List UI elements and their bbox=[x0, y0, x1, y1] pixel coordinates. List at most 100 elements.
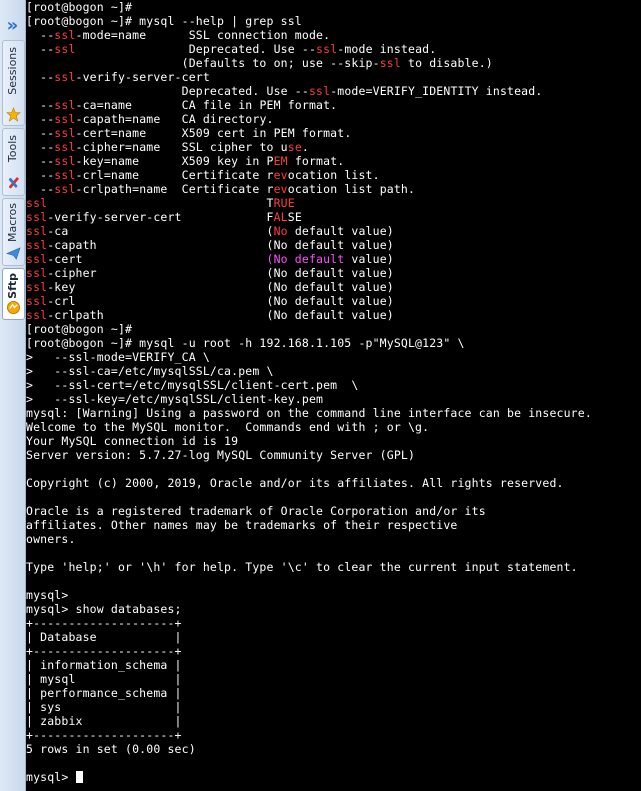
terminal-text: Oracle is a registered trademark of Orac… bbox=[26, 504, 486, 518]
terminal-text: ssl bbox=[54, 28, 76, 42]
terminal-text: | zabbix | bbox=[26, 714, 182, 728]
terminal-text: ssl bbox=[26, 252, 48, 266]
terminal-lines: [root@bogon ~]# [root@bogon ~]# mysql --h… bbox=[26, 0, 641, 784]
terminal-line: ssl-crlpath (No default value) bbox=[26, 308, 641, 322]
terminal-text: -- bbox=[26, 70, 55, 84]
terminal-text: > --ssl-mode=VERIFY_CA \ bbox=[26, 350, 210, 364]
terminal-line: | zabbix | bbox=[26, 714, 641, 728]
terminal-text: -capath=name CA directory. bbox=[75, 112, 274, 126]
terminal-text: +--------------------+ bbox=[26, 644, 182, 658]
paper-plane-icon bbox=[6, 247, 21, 260]
terminal-text: ev bbox=[273, 168, 288, 182]
terminal-line: ssl-cipher (No default value) bbox=[26, 266, 641, 280]
terminal-text: | performance_schema | bbox=[26, 686, 182, 700]
terminal-line: --ssl-capath=name CA directory. bbox=[26, 112, 641, 126]
terminal-text: se bbox=[287, 140, 302, 154]
terminal-line: --ssl-cipher=name SSL cipher to use. bbox=[26, 140, 641, 154]
terminal-text: ssl bbox=[54, 70, 76, 84]
terminal-text: Copyright (c) 2000, 2019, Oracle and/or … bbox=[26, 476, 564, 490]
terminal-text: -ca ( bbox=[47, 224, 274, 238]
terminal-line: [root@bogon ~]# bbox=[26, 0, 641, 14]
terminal-line: | performance_schema | bbox=[26, 686, 641, 700]
terminal-text: > --ssl-cert=/etc/mysqlSSL/client-cert.p… bbox=[26, 378, 359, 392]
terminal-line: [root@bogon ~]# bbox=[26, 322, 641, 336]
terminal-text: . bbox=[301, 140, 309, 154]
tab-macros[interactable]: Macros bbox=[2, 198, 25, 266]
terminal-text: ssl bbox=[26, 196, 48, 210]
terminal-line: > --ssl-key=/etc/mysqlSSL/client-key.pem bbox=[26, 392, 641, 406]
sftp-globe-icon bbox=[7, 301, 20, 314]
terminal-text: ssl bbox=[26, 294, 48, 308]
terminal-text: ssl bbox=[26, 238, 48, 252]
terminal-text: > --ssl-key=/etc/mysqlSSL/client-key.pem bbox=[26, 392, 324, 406]
terminal-text: EM bbox=[273, 154, 288, 168]
terminal-text: SE bbox=[287, 210, 302, 224]
terminal-line: Copyright (c) 2000, 2019, Oracle and/or … bbox=[26, 476, 641, 490]
terminal-line: | sys | bbox=[26, 700, 641, 714]
terminal-text: | Database | bbox=[26, 630, 182, 644]
terminal-text: -key (No default value) bbox=[47, 280, 394, 294]
terminal-text: ssl bbox=[26, 224, 48, 238]
terminal-text: affiliates. Other names may be trademark… bbox=[26, 518, 458, 532]
double-chevron-right-icon[interactable]: » bbox=[0, 16, 25, 36]
terminal-text: -- bbox=[26, 28, 55, 42]
terminal-line: ssl-key (No default value) bbox=[26, 280, 641, 294]
terminal-line: > --ssl-ca=/etc/mysqlSSL/ca.pem \ bbox=[26, 364, 641, 378]
terminal-line: Welcome to the MySQL monitor. Commands e… bbox=[26, 420, 641, 434]
terminal-text: -- bbox=[26, 182, 55, 196]
terminal-text: -- bbox=[26, 126, 55, 140]
terminal-text: to disable.) bbox=[400, 56, 493, 70]
terminal-text: mysql> show databases; bbox=[26, 602, 182, 616]
tab-tools[interactable]: Tools bbox=[2, 128, 25, 196]
terminal-text: [root@bogon ~]# bbox=[26, 322, 133, 336]
terminal-text: ssl bbox=[54, 112, 76, 126]
terminal-text: -crlpath (No default value) bbox=[47, 308, 394, 322]
terminal-text: No bbox=[273, 224, 288, 238]
tab-tools-label: Tools bbox=[6, 135, 19, 163]
terminal-line: affiliates. Other names may be trademark… bbox=[26, 518, 641, 532]
terminal-text: [root@bogon ~]# mysql --help | grep ssl bbox=[26, 14, 302, 28]
terminal-text: +--------------------+ bbox=[26, 728, 182, 742]
terminal-text: | information_schema | bbox=[26, 658, 182, 672]
terminal-line: | mysql | bbox=[26, 672, 641, 686]
terminal-line: Deprecated. Use --ssl-mode=VERIFY_IDENTI… bbox=[26, 84, 641, 98]
tab-sftp[interactable]: Sftp bbox=[2, 268, 25, 320]
terminal-text: Deprecated. Use -- bbox=[75, 42, 317, 56]
terminal-line: mysql> bbox=[26, 770, 641, 784]
terminal-text: -- bbox=[26, 112, 55, 126]
terminal-line: ssl-ca (No default value) bbox=[26, 224, 641, 238]
terminal-text: RUE bbox=[273, 196, 295, 210]
terminal-line: --ssl-cert=name X509 cert in PEM format. bbox=[26, 126, 641, 140]
tab-sessions-label: Sessions bbox=[6, 47, 19, 95]
terminal-text: Your MySQL connection id is 19 bbox=[26, 434, 239, 448]
terminal-text: -- bbox=[26, 168, 55, 182]
terminal-line: Oracle is a registered trademark of Orac… bbox=[26, 504, 641, 518]
terminal-cursor bbox=[75, 771, 83, 783]
terminal-line: ssl-capath (No default value) bbox=[26, 238, 641, 252]
terminal-text: -key=name X509 key in P bbox=[75, 154, 274, 168]
terminal-text: ssl bbox=[54, 42, 76, 56]
terminal-output[interactable]: [root@bogon ~]# [root@bogon ~]# mysql --h… bbox=[26, 0, 641, 791]
terminal-line: ssl-cert (No default value) bbox=[26, 252, 641, 266]
terminal-line: --ssl-mode=name SSL connection mode. bbox=[26, 28, 641, 42]
terminal-text: format. bbox=[287, 154, 345, 168]
tab-sessions[interactable]: Sessions bbox=[2, 40, 25, 126]
terminal-text: ssl bbox=[54, 182, 76, 196]
terminal-line: mysql: [Warning] Using a password on the… bbox=[26, 406, 641, 420]
terminal-line: --ssl-verify-server-cert bbox=[26, 70, 641, 84]
terminal-text: | mysql | bbox=[26, 672, 182, 686]
terminal-text: Type 'help;' or '\h' for help. Type '\c'… bbox=[26, 560, 578, 574]
terminal-text: ssl bbox=[54, 98, 76, 112]
terminal-text: | sys | bbox=[26, 700, 182, 714]
terminal-text: ssl bbox=[54, 154, 76, 168]
terminal-line: > --ssl-cert=/etc/mysqlSSL/client-cert.p… bbox=[26, 378, 641, 392]
terminal-line: --ssl-ca=name CA file in PEM format. bbox=[26, 98, 641, 112]
terminal-line: +--------------------+ bbox=[26, 616, 641, 630]
terminal-line: --ssl Deprecated. Use --ssl-mode instead… bbox=[26, 42, 641, 56]
terminal-text: > --ssl-ca=/etc/mysqlSSL/ca.pem \ bbox=[26, 364, 274, 378]
terminal-line: > --ssl-mode=VERIFY_CA \ bbox=[26, 350, 641, 364]
terminal-line: ssl TRUE bbox=[26, 196, 641, 210]
